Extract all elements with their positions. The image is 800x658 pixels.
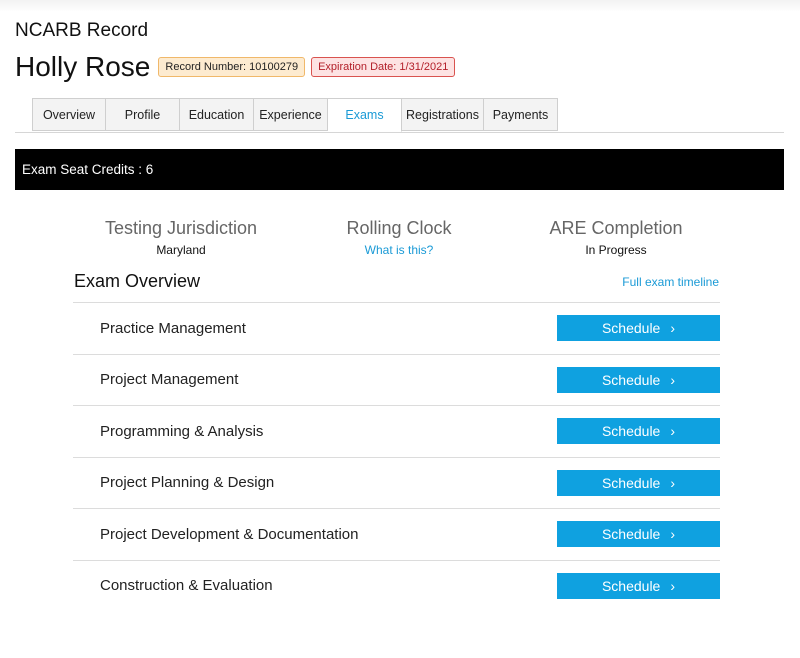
- exam-name: Construction & Evaluation: [100, 577, 273, 595]
- exam-seat-credits-text: Exam Seat Credits : 6: [22, 162, 154, 177]
- exam-name: Project Development & Documentation: [100, 525, 359, 543]
- are-completion-value: In Progress: [585, 243, 647, 257]
- chevron-right-icon: ›: [670, 371, 676, 388]
- exam-list: Practice Management Schedule › Project M…: [73, 302, 720, 611]
- schedule-button-label: Schedule: [601, 526, 661, 543]
- expiration-date-badge: Expiration Date: 1/31/2021: [311, 57, 456, 77]
- are-completion-title: ARE Completion: [549, 218, 683, 238]
- rolling-clock-info-link[interactable]: What is this?: [299, 243, 499, 257]
- schedule-button-label: Schedule: [601, 577, 661, 594]
- schedule-button-label: Schedule: [601, 371, 661, 388]
- exam-name: Project Management: [100, 371, 239, 389]
- record-label: NCARB Record: [15, 20, 149, 41]
- tab-bar: Overview Profile Education Experience Ex…: [32, 98, 558, 132]
- testing-jurisdiction-title: Testing Jurisdiction: [104, 218, 258, 238]
- tab-registrations[interactable]: Registrations: [402, 98, 484, 131]
- record-number-badge: Record Number: 10100279: [158, 57, 306, 77]
- schedule-button[interactable]: Schedule ›: [557, 315, 720, 342]
- tab-experience[interactable]: Experience: [254, 98, 328, 131]
- name-row: Holly Rose Record Number: 10100279 Expir…: [15, 50, 456, 84]
- schedule-button-label: Schedule: [601, 320, 661, 337]
- testing-jurisdiction-stat: Testing Jurisdiction Maryland: [81, 218, 281, 257]
- tab-overview[interactable]: Overview: [32, 98, 106, 131]
- testing-jurisdiction-value: Maryland: [156, 243, 206, 257]
- schedule-button[interactable]: Schedule ›: [557, 418, 720, 445]
- exam-row-construction-evaluation: Construction & Evaluation Schedule ›: [73, 559, 720, 612]
- chevron-right-icon: ›: [670, 577, 676, 594]
- schedule-button[interactable]: Schedule ›: [557, 469, 720, 496]
- schedule-button[interactable]: Schedule ›: [557, 572, 720, 599]
- are-completion-stat: ARE Completion In Progress: [516, 218, 716, 257]
- tab-exams[interactable]: Exams: [328, 98, 402, 132]
- full-exam-timeline-link[interactable]: Full exam timeline: [622, 275, 719, 289]
- exam-name: Programming & Analysis: [100, 422, 264, 440]
- rolling-clock-title: Rolling Clock: [346, 218, 452, 238]
- rolling-clock-stat: Rolling Clock What is this?: [299, 218, 499, 257]
- exam-row-project-development-documentation: Project Development & Documentation Sche…: [73, 508, 720, 560]
- chevron-right-icon: ›: [670, 526, 676, 543]
- tab-payments[interactable]: Payments: [484, 98, 558, 131]
- chevron-right-icon: ›: [670, 320, 676, 337]
- tab-education[interactable]: Education: [180, 98, 254, 131]
- exam-overview-title: Exam Overview: [74, 271, 201, 291]
- tab-profile[interactable]: Profile: [106, 98, 180, 131]
- schedule-button[interactable]: Schedule ›: [557, 366, 720, 393]
- schedule-button-label: Schedule: [601, 423, 661, 440]
- exam-row-programming-analysis: Programming & Analysis Schedule ›: [73, 405, 720, 457]
- schedule-button-label: Schedule: [601, 474, 661, 491]
- exam-name: Practice Management: [100, 319, 246, 337]
- exam-name: Project Planning & Design: [100, 474, 275, 492]
- schedule-button[interactable]: Schedule ›: [557, 521, 720, 548]
- exam-row-project-management: Project Management Schedule ›: [73, 353, 720, 406]
- chevron-right-icon: ›: [670, 474, 676, 491]
- person-name: Holly Rose: [15, 51, 151, 82]
- exam-row-practice-management: Practice Management Schedule ›: [73, 302, 720, 354]
- exam-seat-credits-bar: Exam Seat Credits : 6: [15, 149, 784, 190]
- exam-row-project-planning-design: Project Planning & Design Schedule ›: [73, 456, 720, 509]
- chevron-right-icon: ›: [670, 423, 676, 440]
- tabs-divider: [15, 132, 784, 133]
- top-shade: [0, 0, 800, 12]
